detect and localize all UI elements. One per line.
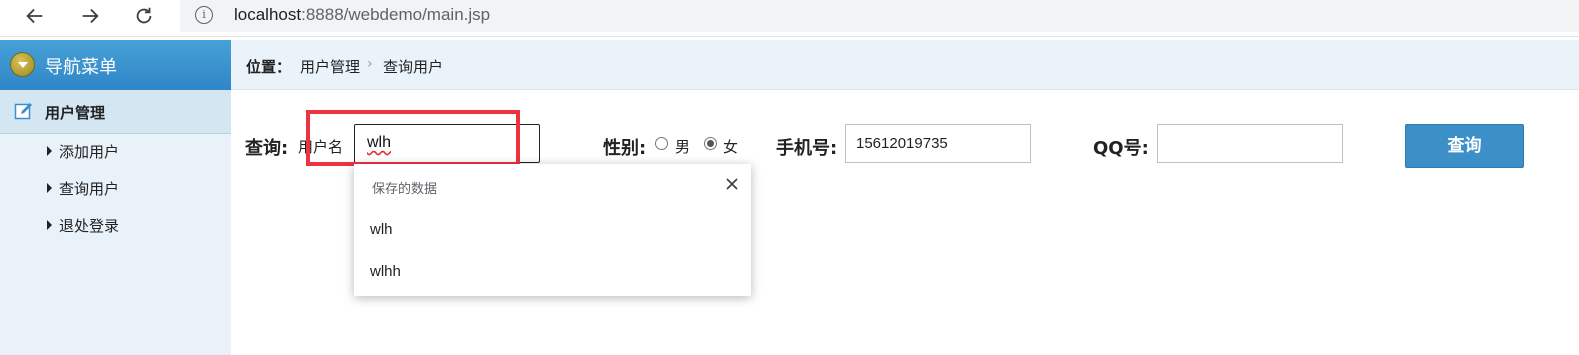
gender-male-label: 男 (675, 138, 691, 156)
breadcrumb-item-query-user: 查询用户 (383, 58, 444, 76)
reload-icon[interactable] (129, 2, 159, 30)
autofill-suggestion[interactable]: wlhh (354, 252, 751, 292)
sidebar-item-label: 查询用户 (59, 179, 120, 198)
qq-input[interactable] (1157, 124, 1343, 163)
sidebar-header: 导航菜单 (0, 40, 231, 90)
sidebar-section-user-management[interactable]: 用户管理 (0, 90, 231, 134)
gender-female-radio[interactable] (704, 137, 717, 150)
url-text[interactable]: localhost:8888/webdemo/main.jsp (234, 5, 490, 25)
gender-label: 性别: (603, 138, 647, 159)
caret-right-icon (47, 183, 52, 193)
sidebar: 导航菜单 用户管理 添加用户 查询用户 退处登录 (0, 40, 231, 355)
sidebar-item-label: 退处登录 (59, 216, 120, 235)
close-icon[interactable] (724, 176, 740, 192)
breadcrumb-label: 位置： (246, 58, 292, 76)
browser-toolbar: i localhost:8888/webdemo/main.jsp (0, 0, 1579, 37)
url-path: :8888/webdemo/main.jsp (301, 5, 491, 24)
autofill-suggestion[interactable]: wlh (354, 210, 751, 250)
edit-icon (14, 103, 32, 120)
caret-right-icon (47, 220, 52, 230)
qq-label: QQ号: (1093, 138, 1149, 159)
url-host: localhost (234, 5, 302, 24)
sidebar-item-add-user[interactable]: 添加用户 (47, 140, 119, 162)
caret-right-icon (47, 146, 52, 156)
username-label: 用户名 (298, 138, 344, 156)
phone-input[interactable] (845, 124, 1031, 163)
back-icon[interactable] (20, 2, 50, 30)
query-label: 查询: (245, 138, 289, 159)
gender-female-label: 女 (723, 138, 739, 156)
sidebar-item-logout[interactable]: 退处登录 (47, 214, 119, 236)
gender-male-radio[interactable] (655, 137, 668, 150)
sidebar-item-label: 添加用户 (59, 142, 120, 161)
sidebar-title: 导航菜单 (45, 57, 117, 78)
breadcrumb-separator-icon: › (367, 56, 373, 72)
site-info-icon[interactable]: i (195, 6, 213, 24)
autofill-suggestion-text: wlh (370, 221, 393, 238)
autofill-header: 保存的数据 (372, 182, 438, 197)
section-label: 用户管理 (45, 104, 106, 122)
sidebar-item-query-user[interactable]: 查询用户 (47, 177, 119, 199)
autofill-suggestion-text: wlhh (370, 263, 401, 280)
query-button[interactable]: 查询 (1405, 124, 1524, 168)
forward-icon[interactable] (75, 2, 105, 30)
username-input-value: wlh (367, 134, 392, 151)
breadcrumb: 位置： 用户管理 › 查询用户 (231, 40, 1579, 90)
breadcrumb-item-user-management[interactable]: 用户管理 (300, 56, 360, 77)
collapse-toggle-icon[interactable] (10, 52, 35, 77)
autofill-dropdown: 保存的数据 wlh wlhh (354, 164, 751, 296)
phone-label: 手机号: (776, 138, 838, 159)
